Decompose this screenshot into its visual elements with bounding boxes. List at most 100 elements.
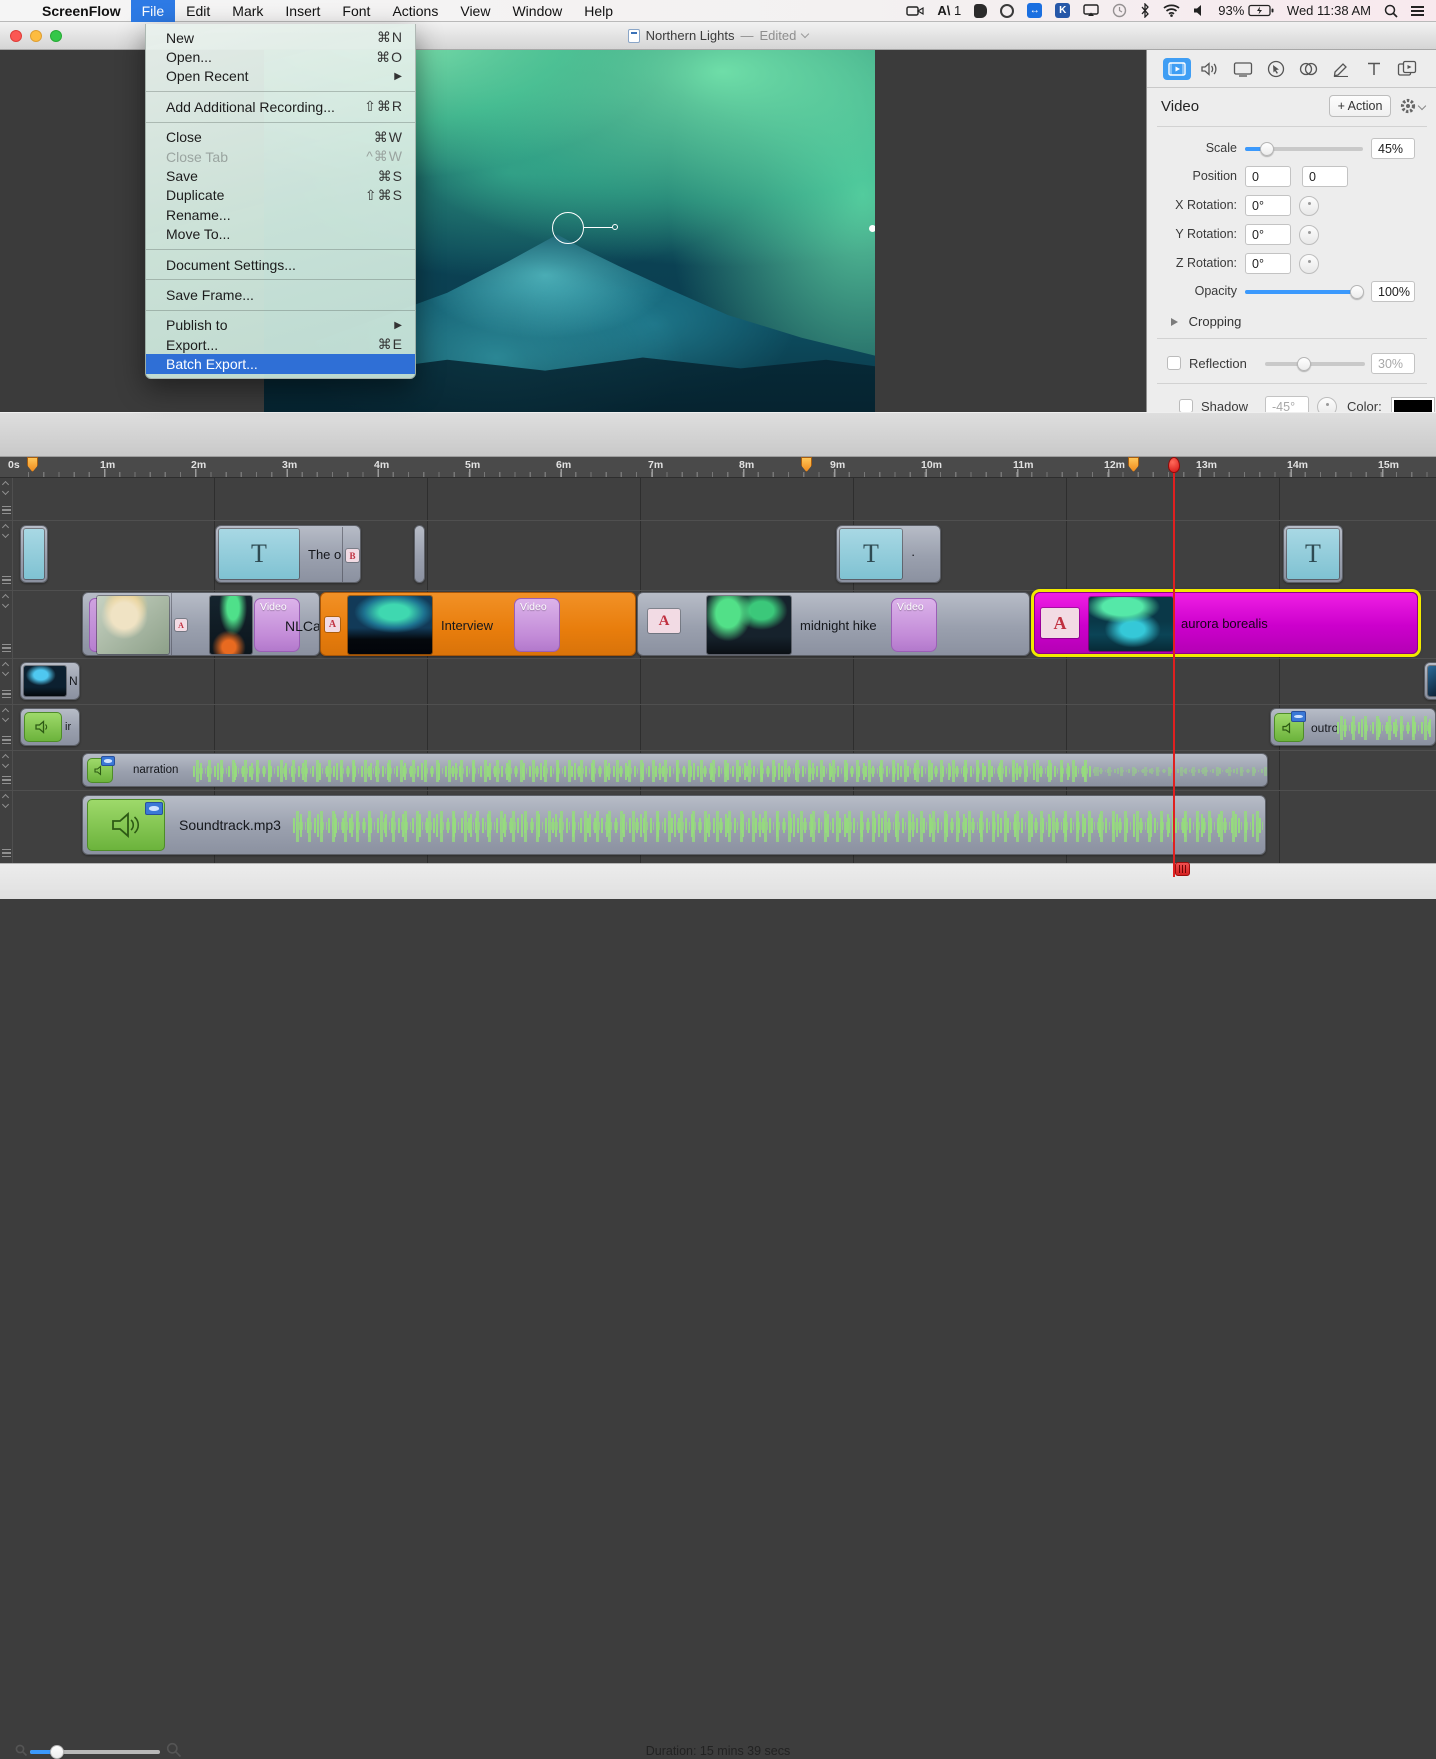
app-menu-screenflow[interactable]: ScreenFlow xyxy=(32,3,131,19)
track-controls[interactable] xyxy=(0,591,13,658)
keynote-k-icon[interactable]: K xyxy=(1055,2,1070,20)
shadow-angle-field[interactable]: -45° xyxy=(1265,396,1309,412)
title-clip-the[interactable]: T The o B xyxy=(215,525,361,583)
shadow-angle-knob[interactable] xyxy=(1317,397,1337,412)
creative-cloud-icon[interactable] xyxy=(1000,2,1014,20)
track-controls[interactable] xyxy=(0,659,13,704)
time-machine-icon[interactable] xyxy=(1112,2,1127,20)
marker-start[interactable] xyxy=(27,457,38,472)
shadow-color-swatch[interactable] xyxy=(1391,397,1435,412)
marker-late[interactable] xyxy=(1128,457,1139,472)
gear-icon[interactable] xyxy=(1399,97,1417,115)
volume-icon[interactable] xyxy=(1193,2,1205,20)
menu-bar-clock[interactable]: Wed 11:38 AM xyxy=(1287,3,1371,18)
title-chevron-icon[interactable] xyxy=(801,30,809,38)
menu-item-open-recent[interactable]: Open Recent▶ xyxy=(146,67,415,86)
title-clip-2[interactable]: T · xyxy=(836,525,941,583)
media-library-tab-icon[interactable] xyxy=(1393,58,1421,80)
track-row-audio-stingers[interactable]: ir outro xyxy=(0,705,1436,751)
track-controls[interactable] xyxy=(0,478,13,520)
menu-actions[interactable]: Actions xyxy=(381,0,449,22)
menu-font[interactable]: Font xyxy=(331,0,381,22)
track-controls[interactable] xyxy=(0,791,13,863)
position-y-field[interactable]: 0 xyxy=(1302,166,1348,187)
cropping-disclosure-icon[interactable] xyxy=(1171,318,1178,326)
wifi-icon[interactable] xyxy=(1163,2,1180,20)
title-clip-sliver[interactable] xyxy=(414,525,425,583)
opacity-slider[interactable] xyxy=(1245,290,1363,294)
menu-item-export[interactable]: Export...⌘E xyxy=(146,335,415,354)
video-tab-icon[interactable] xyxy=(1163,58,1191,80)
menu-item-rename[interactable]: Rename... xyxy=(146,205,415,224)
position-x-field[interactable]: 0 xyxy=(1245,166,1291,187)
reflection-slider[interactable] xyxy=(1265,362,1365,366)
z-rotation-knob[interactable] xyxy=(1299,254,1319,274)
cropping-row[interactable]: Cropping xyxy=(1147,312,1436,332)
x-rotation-knob[interactable] xyxy=(1299,196,1319,216)
scale-value-field[interactable]: 45% xyxy=(1371,138,1415,159)
menu-item-new[interactable]: New⌘N xyxy=(146,28,415,47)
callout-circle-annotation[interactable] xyxy=(552,212,584,244)
menu-help[interactable]: Help xyxy=(573,0,624,22)
clip-fragment-right[interactable] xyxy=(1424,662,1436,700)
menu-file[interactable]: File xyxy=(131,0,176,22)
track-controls[interactable] xyxy=(0,521,13,590)
track-row-narration[interactable]: narration xyxy=(0,751,1436,791)
audio-tab-icon[interactable] xyxy=(1196,58,1224,80)
track-row-titles[interactable]: T The o B T · T xyxy=(0,521,1436,591)
edited-status[interactable]: Edited xyxy=(760,28,797,43)
menu-edit[interactable]: Edit xyxy=(175,0,221,22)
timeline-ruler[interactable]: 0s 1m 2m 3m 4m 5m 6m 7m 8m 9m 10m 11m 12… xyxy=(0,457,1436,478)
menu-item-open[interactable]: Open...⌘O xyxy=(146,47,415,66)
z-rotation-field[interactable]: 0° xyxy=(1245,253,1291,274)
add-action-button[interactable]: + Action xyxy=(1329,95,1391,117)
track-controls[interactable] xyxy=(0,751,13,790)
clip-aurora-borealis-selected[interactable]: A aurora borealis xyxy=(1034,592,1418,654)
clip-outro-audio[interactable]: outro xyxy=(1270,708,1436,746)
cursor-tab-icon[interactable] xyxy=(1262,58,1290,80)
airplay-icon[interactable] xyxy=(1083,2,1099,20)
text-tab-icon[interactable] xyxy=(1360,58,1388,80)
spotlight-icon[interactable] xyxy=(1384,2,1398,20)
reflection-value-field[interactable]: 30% xyxy=(1371,353,1415,374)
reflection-checkbox[interactable] xyxy=(1167,356,1181,370)
menu-item-duplicate[interactable]: Duplicate⇧⌘S xyxy=(146,186,415,205)
menu-item-save-frame[interactable]: Save Frame... xyxy=(146,285,415,304)
teamviewer-icon[interactable]: ↔ xyxy=(1027,2,1042,20)
menu-item-publish-to[interactable]: Publish to▶ xyxy=(146,316,415,335)
menu-item-document-settings[interactable]: Document Settings... xyxy=(146,255,415,274)
track-row-extra-video[interactable]: N xyxy=(0,659,1436,705)
callout-endpoint-dot[interactable] xyxy=(612,224,618,230)
battery-indicator[interactable]: 93% xyxy=(1218,2,1274,20)
gear-chevron-icon[interactable] xyxy=(1418,102,1426,110)
title-clip-mini[interactable] xyxy=(20,525,48,583)
playhead[interactable] xyxy=(1173,457,1175,877)
bluetooth-icon[interactable] xyxy=(1140,2,1150,20)
track-row-video[interactable]: A Video NLCan A Interview Video A midnig… xyxy=(0,591,1436,659)
menu-item-add-additional-recording[interactable]: Add Additional Recording...⇧⌘R xyxy=(146,97,415,116)
callout-tab-icon[interactable] xyxy=(1294,58,1322,80)
astropad-icon[interactable]: A\ 1 xyxy=(937,2,961,20)
menu-view[interactable]: View xyxy=(449,0,501,22)
zoom-window-button[interactable] xyxy=(50,30,62,42)
menu-insert[interactable]: Insert xyxy=(274,0,331,22)
menu-window[interactable]: Window xyxy=(501,0,573,22)
playhead-bottom-handle[interactable] xyxy=(1175,862,1190,876)
clip-soundtrack[interactable]: Soundtrack.mp3 xyxy=(82,795,1266,855)
y-rotation-field[interactable]: 0° xyxy=(1245,224,1291,245)
clip-intro-audio[interactable]: ir xyxy=(20,708,80,746)
playhead-head[interactable] xyxy=(1168,457,1180,473)
timeline-tracks[interactable]: T The o B T · T A Video NLCan A Inte xyxy=(0,478,1436,863)
clip-midnight-hike[interactable]: A midnight hike Video xyxy=(637,592,1030,656)
track-controls[interactable] xyxy=(0,705,13,750)
annotations-tab-icon[interactable] xyxy=(1327,58,1355,80)
opacity-value-field[interactable]: 100% xyxy=(1371,281,1415,302)
menu-mark[interactable]: Mark xyxy=(221,0,274,22)
clip-interview[interactable]: A Interview Video xyxy=(320,592,636,656)
menu-item-save[interactable]: Save⌘S xyxy=(146,166,415,185)
track-row-empty[interactable] xyxy=(0,478,1436,521)
minimize-window-button[interactable] xyxy=(30,30,42,42)
screen-recording-icon[interactable] xyxy=(906,2,924,20)
clip-mini-n[interactable]: N xyxy=(20,662,80,700)
menu-item-batch-export[interactable]: Batch Export... xyxy=(146,354,415,373)
